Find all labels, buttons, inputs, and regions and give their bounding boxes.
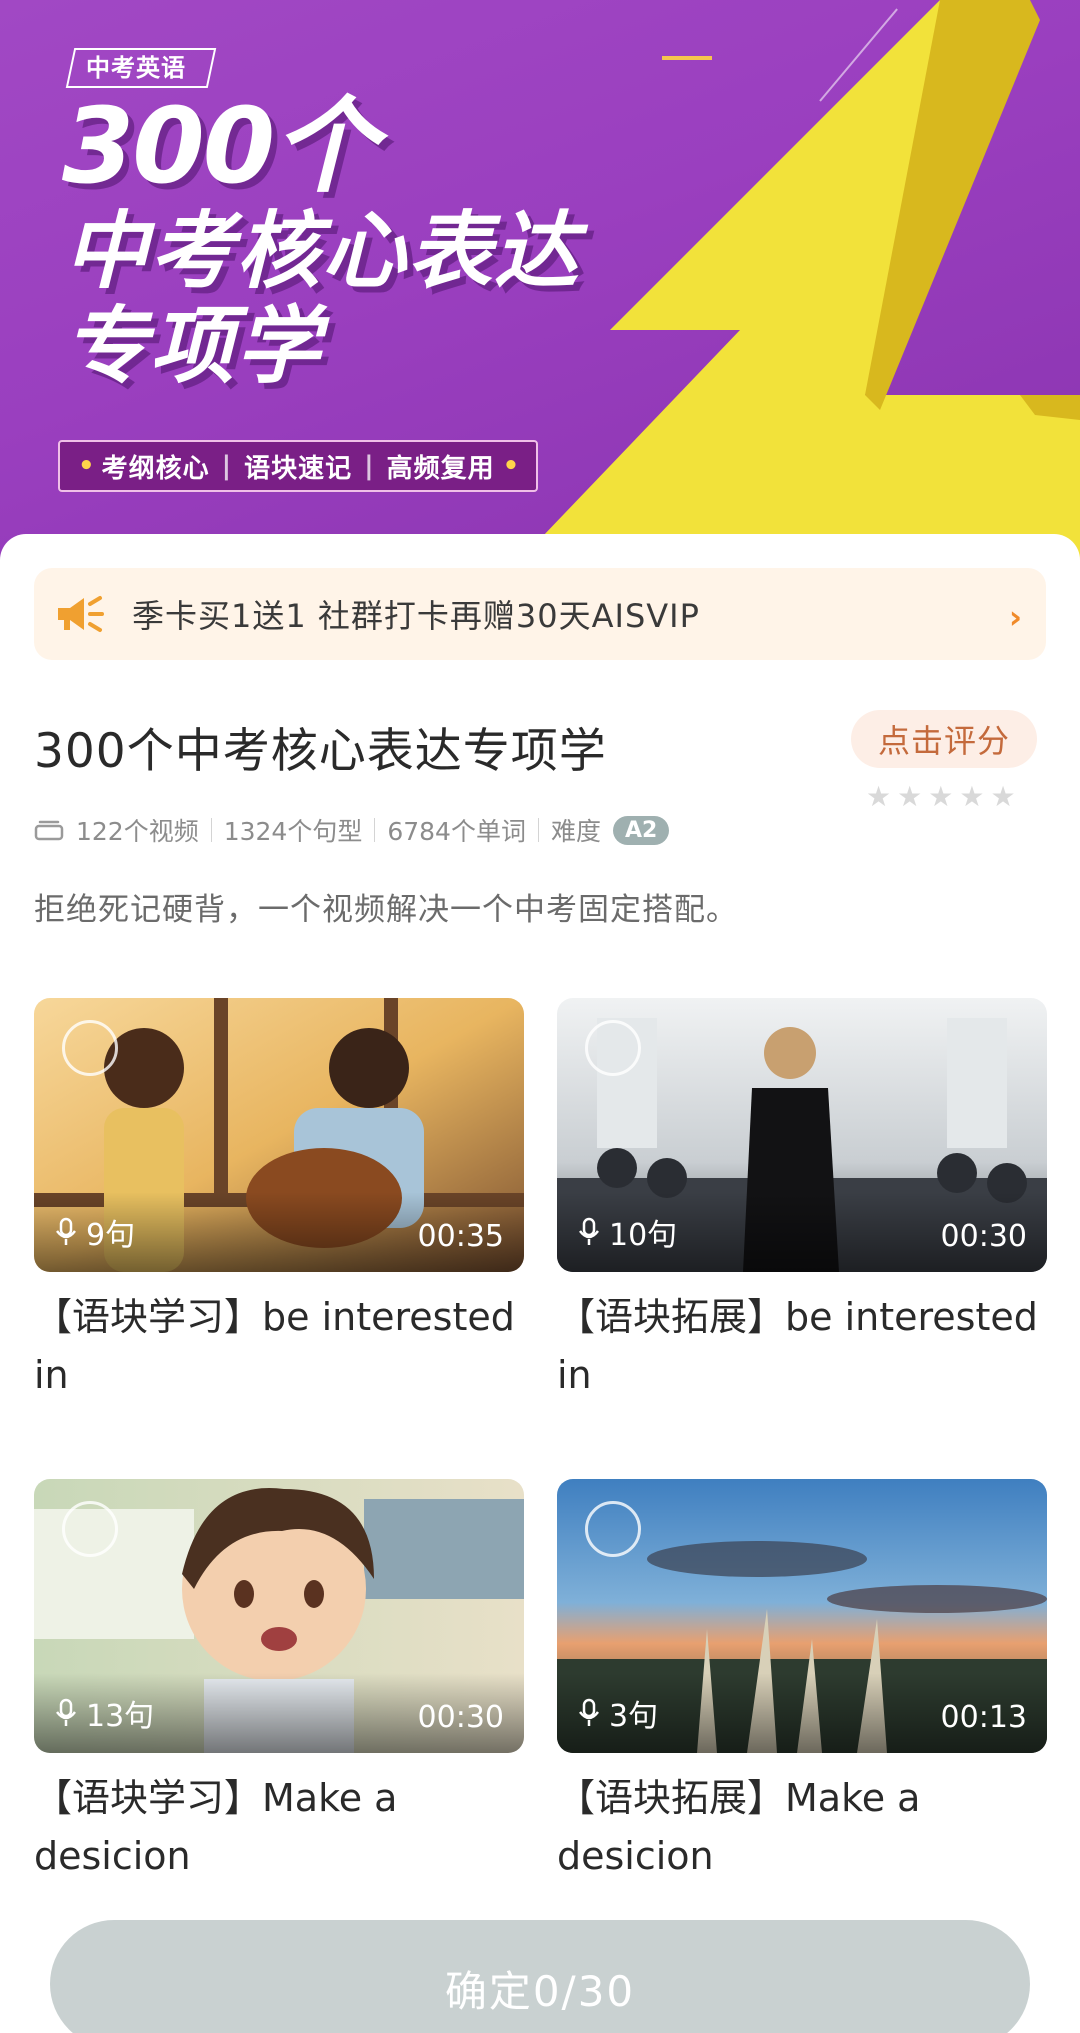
feature-3: 高频复用 bbox=[386, 453, 495, 484]
hero-title-line2: 中考核心表达 bbox=[64, 202, 581, 300]
course-title: 300个中考核心表达专项学 bbox=[34, 724, 607, 779]
chevron-right-icon: › bbox=[1008, 598, 1022, 636]
video-card[interactable]: 10句 00:30 【语块拓展】be interested in bbox=[557, 998, 1047, 1404]
video-thumbnail[interactable]: 13句 00:30 bbox=[34, 1479, 524, 1753]
course-meta: 122个视频 1324个句型 6784个单词 难度 A2 bbox=[34, 812, 670, 848]
video-title[interactable]: 【语块学习】Make a desicion bbox=[34, 1769, 524, 1885]
star-icon[interactable]: ★ bbox=[959, 780, 984, 813]
subject-tag: 中考英语 bbox=[65, 48, 217, 88]
sentence-count-badge: 13句 bbox=[54, 1691, 154, 1735]
promo-text: 季卡买1送1 社群打卡再赠30天AISVIP bbox=[132, 597, 700, 635]
video-card[interactable]: 3句 00:13 【语块拓展】Make a desicion bbox=[557, 1479, 1047, 1885]
video-duration: 00:30 bbox=[940, 1219, 1027, 1254]
sentence-count-badge: 10句 bbox=[577, 1210, 677, 1254]
confirm-button[interactable]: 确定0/30 bbox=[50, 1920, 1030, 2033]
video-thumbnail[interactable]: 3句 00:13 bbox=[557, 1479, 1047, 1753]
microphone-icon bbox=[579, 1217, 599, 1245]
video-thumbnail[interactable]: 10句 00:30 bbox=[557, 998, 1047, 1272]
megaphone-icon bbox=[58, 596, 104, 632]
feature-1: 考纲核心 bbox=[101, 453, 210, 484]
star-icon[interactable]: ★ bbox=[897, 780, 922, 813]
video-title[interactable]: 【语块拓展】be interested in bbox=[557, 1288, 1047, 1404]
course-description: 拒绝死记硬背，一个视频解决一个中考固定搭配。 bbox=[34, 892, 738, 928]
star-icon[interactable]: ★ bbox=[866, 780, 891, 813]
microphone-icon bbox=[56, 1698, 76, 1726]
promo-banner[interactable]: 季卡买1送1 社群打卡再赠30天AISVIP › bbox=[34, 568, 1046, 660]
difficulty-label: 难度 bbox=[550, 817, 601, 846]
video-title[interactable]: 【语块学习】be interested in bbox=[34, 1288, 524, 1404]
select-checkbox[interactable] bbox=[62, 1020, 118, 1076]
hero-title-line3: 专项学 bbox=[64, 297, 323, 395]
microphone-icon bbox=[579, 1698, 599, 1726]
sentence-count-badge: 3句 bbox=[577, 1691, 658, 1735]
difficulty-badge: A2 bbox=[612, 815, 670, 845]
feature-2: 语块速记 bbox=[244, 453, 353, 484]
video-duration: 00:30 bbox=[417, 1700, 504, 1735]
sentence-count: 1324个句型 bbox=[223, 817, 363, 846]
star-icon[interactable]: ★ bbox=[990, 780, 1015, 813]
video-thumbnail[interactable]: 9句 00:35 bbox=[34, 998, 524, 1272]
video-card[interactable]: 9句 00:35 【语块学习】be interested in bbox=[34, 998, 524, 1404]
select-checkbox[interactable] bbox=[585, 1020, 641, 1076]
hero-banner: 中考英语 300个 中考核心表达 专项学 • 考纲核心 | 语块速记 | 高频复… bbox=[0, 0, 1080, 560]
sentence-count-badge: 9句 bbox=[54, 1210, 135, 1254]
video-duration: 00:13 bbox=[940, 1700, 1027, 1735]
feature-bar: • 考纲核心 | 语块速记 | 高频复用 • bbox=[58, 440, 538, 492]
video-count: 122个视频 bbox=[76, 817, 199, 846]
microphone-icon bbox=[56, 1217, 76, 1245]
rate-button[interactable]: 点击评分 bbox=[851, 710, 1037, 768]
video-stack-icon bbox=[34, 820, 64, 841]
video-card[interactable]: 13句 00:30 【语块学习】Make a desicion bbox=[34, 1479, 524, 1885]
select-checkbox[interactable] bbox=[62, 1501, 118, 1557]
video-title[interactable]: 【语块拓展】Make a desicion bbox=[557, 1769, 1047, 1885]
star-icon[interactable]: ★ bbox=[928, 780, 953, 813]
select-checkbox[interactable] bbox=[585, 1501, 641, 1557]
hero-number: 300个 bbox=[62, 85, 377, 207]
rating-stars[interactable]: ★ ★ ★ ★ ★ bbox=[866, 780, 1016, 813]
video-duration: 00:35 bbox=[417, 1219, 504, 1254]
word-count: 6784个单词 bbox=[387, 817, 526, 846]
